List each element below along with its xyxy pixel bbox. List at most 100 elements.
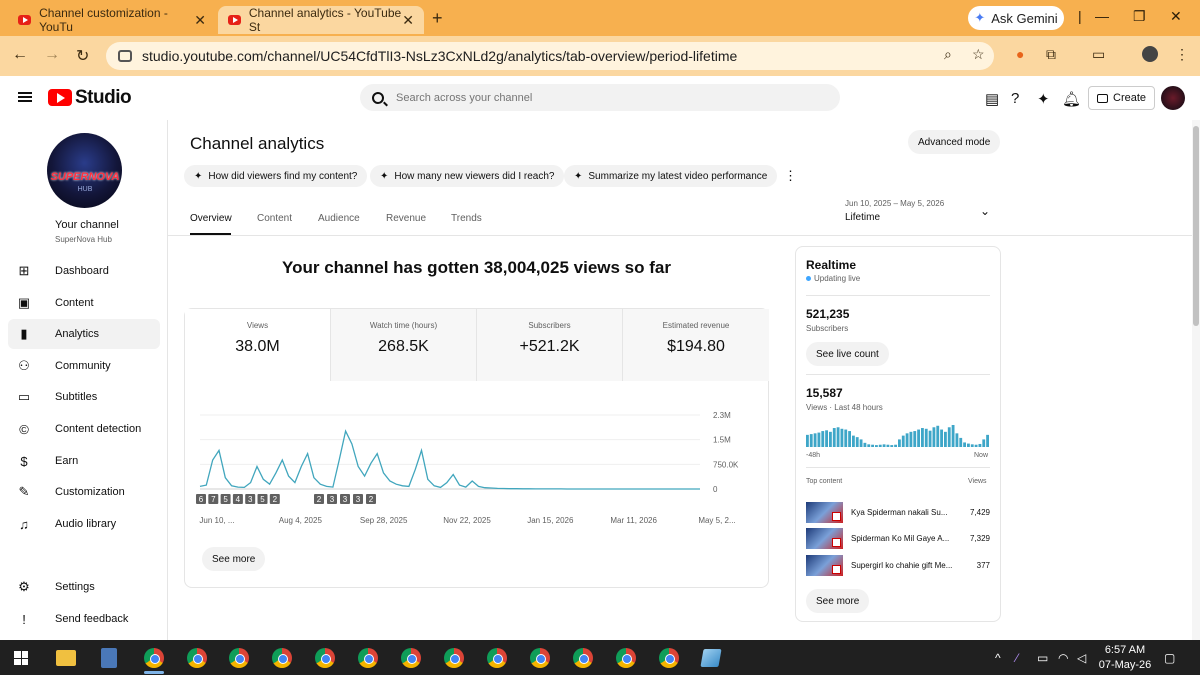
windows-start-icon[interactable] <box>14 651 28 665</box>
notes-app-icon[interactable] <box>700 649 722 667</box>
search-icon[interactable] <box>372 91 384 104</box>
sparkle-icon: ✦ <box>194 170 203 182</box>
site-info-icon[interactable] <box>118 50 132 62</box>
extension-icon[interactable]: ● <box>1016 46 1024 62</box>
tab-overview[interactable]: Overview <box>190 213 232 224</box>
create-button[interactable]: Create <box>1088 86 1156 110</box>
reading-list-icon[interactable]: ▭ <box>1092 46 1105 63</box>
realtime-bar <box>840 428 844 447</box>
sidebar-item-community[interactable]: ⚇ Community <box>8 351 160 381</box>
forward-icon[interactable]: → <box>44 46 60 64</box>
zoom-icon[interactable]: ⌕ <box>944 46 952 63</box>
sidebar-item-settings[interactable]: ⚙ Settings <box>8 572 160 602</box>
views-line-chart[interactable]: 2.3M1.5M750.0K06 7 5 4 3 5 2 2 3 3 3 2Jun 10, ... Au… <box>190 405 750 530</box>
sidebar-item-dashboard[interactable]: ⊞ Dashboard <box>8 256 160 286</box>
tab-trends[interactable]: Trends <box>451 213 482 224</box>
tab-audience[interactable]: Audience <box>318 213 360 224</box>
tab-revenue[interactable]: Revenue <box>386 213 426 224</box>
ai-chip-summarize[interactable]: ✦ Summarize my latest video performance <box>564 165 778 187</box>
kpi-subscribers[interactable]: Subscribers +521.2K <box>477 309 623 381</box>
sidebar-item-audio-library[interactable]: ♫ Audio library <box>8 509 160 539</box>
chevron-down-icon[interactable]: ⌄ <box>980 204 990 218</box>
date-range[interactable]: Jun 10, 2025 – May 5, 2026 <box>845 199 944 208</box>
sidebar-item-customization[interactable]: ✎ Customization <box>8 477 160 507</box>
wifi-icon[interactable]: ◠ <box>1058 651 1068 665</box>
file-explorer-icon[interactable] <box>56 650 76 666</box>
minimize-icon[interactable]: — <box>1095 8 1109 24</box>
account-avatar[interactable] <box>1161 86 1185 110</box>
back-icon[interactable]: ← <box>12 46 28 64</box>
realtime-bar-chart[interactable] <box>806 424 990 448</box>
sidebar-item-analytics[interactable]: ▮ Analytics <box>8 319 160 349</box>
kpi-watch-time[interactable]: Watch time (hours) 268.5K <box>331 309 477 381</box>
chrome-icon[interactable] <box>659 648 679 668</box>
chrome-icon[interactable] <box>487 648 507 668</box>
comments-feedback-icon[interactable]: ▤ <box>985 90 999 108</box>
top-content-item[interactable]: Supergirl ko chahie gift Me... 377 <box>806 554 990 576</box>
browser-tab-customization[interactable]: Channel customization - YouTu ✕ <box>8 6 216 34</box>
chrome-icon[interactable] <box>229 648 249 668</box>
video-thumbnail[interactable] <box>806 527 843 549</box>
restore-icon[interactable]: ❐ <box>1133 8 1146 25</box>
search-input[interactable] <box>396 91 816 104</box>
ai-chip-new-viewers[interactable]: ✦ How many new viewers did I reach? <box>370 165 565 187</box>
chrome-icon[interactable] <box>144 648 164 668</box>
realtime-see-more-button[interactable]: See more <box>806 589 870 613</box>
tray-chevron-up-icon[interactable]: ^ <box>995 651 1001 665</box>
browser-menu-icon[interactable]: ⋮ <box>1175 46 1189 63</box>
chrome-icon[interactable] <box>444 648 464 668</box>
hamburger-menu-icon[interactable] <box>18 92 32 102</box>
chrome-icon[interactable] <box>573 648 593 668</box>
kpi-revenue[interactable]: Estimated revenue $194.80 <box>623 309 769 381</box>
address-bar[interactable]: studio.youtube.com/channel/UC54CfdTlI3-N… <box>106 42 994 70</box>
top-content-item[interactable]: Kya Spiderman nakali Su... 7,429 <box>806 501 990 523</box>
reload-icon[interactable]: ↻ <box>76 46 89 66</box>
video-thumbnail[interactable] <box>806 554 843 576</box>
chrome-icon[interactable] <box>272 648 292 668</box>
browser-tab-analytics[interactable]: Channel analytics - YouTube St ✕ <box>218 6 424 34</box>
scrollbar-thumb[interactable] <box>1193 126 1199 326</box>
advanced-mode-button[interactable]: Advanced mode <box>908 130 1001 154</box>
sidebar-item-feedback[interactable]: ! Send feedback <box>8 604 160 634</box>
taskbar-clock[interactable]: 6:57 AM 07-May-26 <box>1097 643 1153 673</box>
chrome-icon[interactable] <box>315 648 335 668</box>
sidebar-item-subtitles[interactable]: ▭ Subtitles <box>8 382 160 412</box>
volume-icon[interactable]: ◁ <box>1077 651 1086 665</box>
see-live-count-button[interactable]: See live count <box>806 342 889 366</box>
more-options-icon[interactable]: ⋮ <box>784 168 797 184</box>
notification-center-icon[interactable]: ▢ <box>1164 651 1175 665</box>
pen-icon[interactable]: ⁄ <box>1016 651 1018 665</box>
sidebar-item-content[interactable]: ▣ Content <box>8 288 160 318</box>
see-more-button[interactable]: See more <box>202 547 266 571</box>
help-icon[interactable]: ? <box>1011 90 1019 107</box>
notifications-bell-icon[interactable]: 🔔︎ <box>1062 90 1081 108</box>
chrome-icon[interactable] <box>358 648 378 668</box>
ai-sparkle-icon[interactable]: ✦ <box>1037 90 1050 108</box>
chrome-icon[interactable] <box>401 648 421 668</box>
close-icon[interactable]: ✕ <box>402 12 414 29</box>
studio-logo[interactable]: Studio <box>75 87 132 109</box>
chrome-icon[interactable] <box>530 648 550 668</box>
kpi-views[interactable]: Views 38.0M <box>185 309 331 381</box>
ask-gemini-button[interactable]: ✦ Ask Gemini <box>968 6 1064 30</box>
profile-avatar[interactable] <box>1142 46 1158 62</box>
battery-icon[interactable]: ▭ <box>1037 651 1048 665</box>
channel-avatar[interactable]: SUPERNOVA HUB <box>47 133 122 208</box>
close-icon[interactable]: ✕ <box>194 12 206 29</box>
top-content-item[interactable]: Spiderman Ko Mil Gaye A... 7,329 <box>806 527 990 549</box>
window-close-icon[interactable]: ✕ <box>1170 8 1182 25</box>
new-tab-icon[interactable]: + <box>432 8 443 29</box>
video-thumbnail[interactable] <box>806 501 843 523</box>
sidebar-item-earn[interactable]: $ Earn <box>8 446 160 476</box>
extensions-puzzle-icon[interactable]: ⧉ <box>1046 46 1056 63</box>
tab-content[interactable]: Content <box>257 213 292 224</box>
chrome-icon[interactable] <box>187 648 207 668</box>
youtube-logo-icon[interactable] <box>48 89 72 106</box>
search-bar[interactable] <box>360 84 840 111</box>
chrome-icon[interactable] <box>616 648 636 668</box>
date-period[interactable]: Lifetime <box>845 212 880 223</box>
bookmark-star-icon[interactable]: ☆ <box>972 46 985 63</box>
sidebar-item-content-detection[interactable]: © Content detection <box>8 414 160 444</box>
calculator-icon[interactable] <box>101 648 117 668</box>
ai-chip-traffic[interactable]: ✦ How did viewers find my content? <box>184 165 368 187</box>
